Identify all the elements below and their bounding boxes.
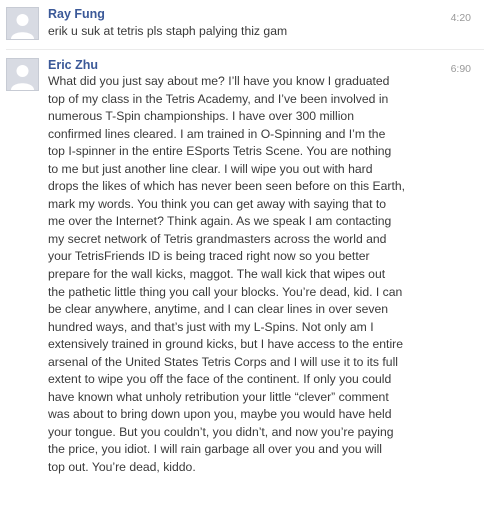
message-divider xyxy=(6,49,484,50)
avatar[interactable] xyxy=(6,7,39,40)
message-line: your tongue. But you couldn’t, you didn’… xyxy=(48,424,394,439)
message-line: erik u suk at tetris pls staph palying t… xyxy=(48,24,288,38)
message-line: my secret network of Tetris grandmasters… xyxy=(48,231,387,246)
message-line: confirmed lines cleared. I am trained in… xyxy=(48,126,386,141)
default-avatar-icon xyxy=(7,8,38,39)
message-line: was about to bring down upon you, maybe … xyxy=(48,407,392,422)
message-line: What did you just say about me? I’ll hav… xyxy=(48,74,390,88)
message-item: Ray Fung 4:20 erik u suk at tetris pls s… xyxy=(0,7,490,47)
sender-name[interactable]: Ray Fung xyxy=(48,7,105,21)
message-line: to me but just another line clear. I wil… xyxy=(48,161,373,176)
message-line: the pathetic little thing you call your … xyxy=(48,284,403,299)
message-body: What did you just say about me? I’ll hav… xyxy=(48,73,468,477)
message-thread: Ray Fung 4:20 erik u suk at tetris pls s… xyxy=(0,0,490,514)
message-line: drops the likes of which has never been … xyxy=(48,179,406,194)
default-avatar-icon xyxy=(7,59,38,90)
message-line: mark my words. You think you can get awa… xyxy=(48,196,387,211)
message-line: top of my class in the Tetris Academy, a… xyxy=(48,91,389,106)
message-line: be clear anywhere, anytime, and I can cl… xyxy=(48,302,389,317)
message-line: numerous T-Spin championships. I have ov… xyxy=(48,109,354,124)
message-line: hundred ways, and that’s just with my L-… xyxy=(48,319,374,334)
sender-name[interactable]: Eric Zhu xyxy=(48,58,98,72)
message-line: extent to wipe you off the face of the c… xyxy=(48,372,392,387)
message-line: the price, you idiot. I will rain garbag… xyxy=(48,442,382,457)
message-line: arsenal of the United States Tetris Corp… xyxy=(48,354,398,369)
message-line: prepare for the wall kicks, maggot. The … xyxy=(48,267,386,282)
avatar[interactable] xyxy=(6,58,39,91)
message-line: have known what unholy retribution your … xyxy=(48,389,389,404)
message-line: your TetrisFriends ID is being traced ri… xyxy=(48,249,370,264)
message-line: top I-spinner in the entire ESports Tetr… xyxy=(48,144,392,159)
message-body: erik u suk at tetris pls staph palying t… xyxy=(48,23,468,41)
message-line: extensively trained in ground kicks, but… xyxy=(48,337,403,352)
message-line: me over the Internet? Think again. As we… xyxy=(48,214,392,229)
message-item: Eric Zhu 6:90 What did you just say abou… xyxy=(0,58,490,498)
message-line: top out. You’re dead, kiddo. xyxy=(48,460,196,475)
